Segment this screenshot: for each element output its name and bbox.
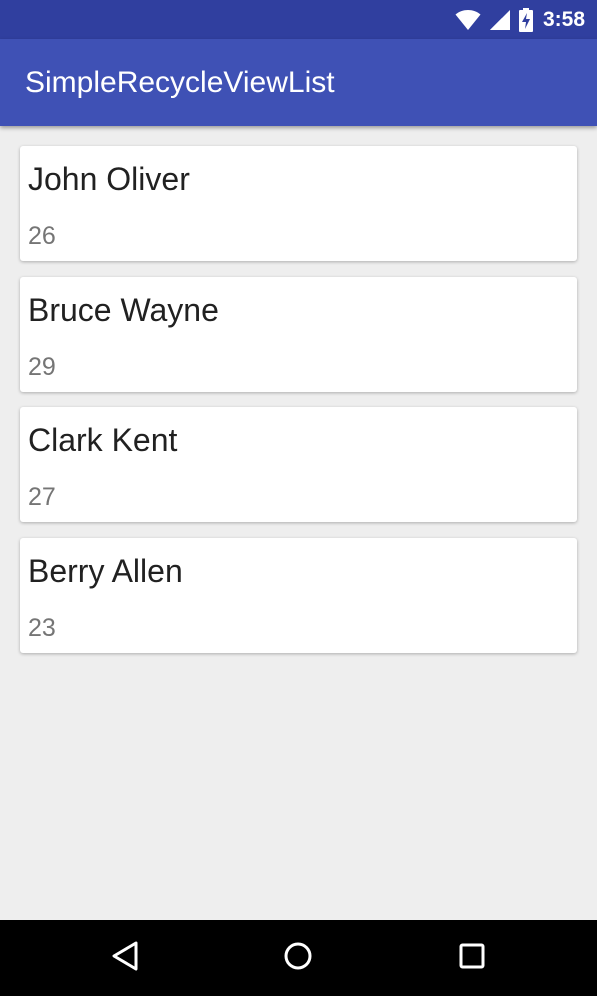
item-age: 27 xyxy=(28,483,56,511)
list-item[interactable]: Clark Kent 27 xyxy=(20,407,577,522)
app-title: SimpleRecycleViewList xyxy=(25,66,335,99)
item-age: 29 xyxy=(28,353,56,381)
app-bar: SimpleRecycleViewList xyxy=(0,39,597,126)
item-name: Berry Allen xyxy=(28,553,183,589)
cellular-signal-icon xyxy=(489,9,511,31)
item-name: John Oliver xyxy=(28,161,190,197)
list-item[interactable]: Bruce Wayne 29 xyxy=(20,277,577,392)
item-age: 26 xyxy=(28,222,56,250)
back-icon xyxy=(111,941,139,976)
item-age: 23 xyxy=(28,614,56,642)
status-icons: 3:58 xyxy=(455,0,585,39)
wifi-icon xyxy=(455,9,481,31)
list-item[interactable]: John Oliver 26 xyxy=(20,146,577,261)
battery-charging-icon xyxy=(518,7,533,32)
status-time: 3:58 xyxy=(542,7,585,31)
list-item[interactable]: Berry Allen 23 xyxy=(20,538,577,653)
back-button[interactable] xyxy=(85,920,165,996)
recents-button[interactable] xyxy=(432,920,512,996)
item-name: Clark Kent xyxy=(28,422,178,458)
recycler-list[interactable]: John Oliver 26 Bruce Wayne 29 Clark Kent… xyxy=(0,126,597,920)
home-icon xyxy=(283,941,313,976)
navigation-bar xyxy=(0,920,597,996)
item-name: Bruce Wayne xyxy=(28,292,219,328)
recents-icon xyxy=(458,942,486,975)
home-button[interactable] xyxy=(258,920,338,996)
status-bar: 3:58 xyxy=(0,0,597,39)
